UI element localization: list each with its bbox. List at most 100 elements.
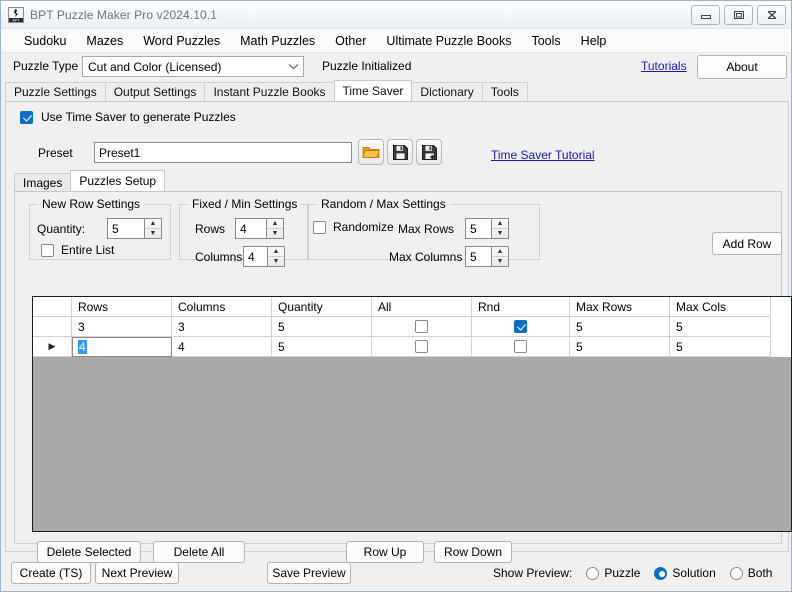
radio-puzzle[interactable]: Puzzle	[586, 566, 640, 580]
save-preview-button[interactable]: Save Preview	[267, 562, 351, 584]
subtab-images[interactable]: Images	[14, 173, 71, 191]
grid-header-columns[interactable]: Columns	[172, 297, 272, 317]
add-row-button[interactable]: Add Row	[712, 232, 782, 255]
subtab-puzzles-setup[interactable]: Puzzles Setup	[70, 170, 165, 191]
stepper-up-icon[interactable]: ▲	[268, 247, 284, 257]
stepper-buttons[interactable]: ▲▼	[267, 247, 284, 266]
entire-list-checkbox[interactable]: Entire List	[41, 243, 114, 257]
puzzle-type-label: Puzzle Type	[13, 59, 78, 73]
quantity-label: Quantity:	[37, 222, 85, 236]
stepper-down-icon[interactable]: ▼	[268, 257, 284, 266]
table-row[interactable]: 3 3 5 5 5	[33, 317, 791, 337]
tutorials-link[interactable]: Tutorials	[641, 59, 687, 73]
bpt-logo-icon: BPT	[8, 7, 24, 23]
menu-item-help[interactable]: Help	[571, 32, 617, 50]
max-rows-label: Max Rows	[398, 222, 454, 236]
stepper-up-icon[interactable]: ▲	[145, 219, 161, 229]
next-preview-button[interactable]: Next Preview	[95, 562, 179, 584]
max-rows-value: 5	[466, 219, 491, 238]
radio-button	[586, 567, 599, 580]
time-saver-panel: Use Time Saver to generate Puzzles Prese…	[5, 102, 789, 552]
stepper-down-icon[interactable]: ▼	[145, 229, 161, 238]
quantity-value: 5	[108, 219, 144, 238]
rows-stepper[interactable]: 4 ▲▼	[235, 218, 284, 239]
grid-header-max-cols[interactable]: Max Cols	[670, 297, 771, 317]
checkbox-box	[41, 244, 54, 257]
tab-tools[interactable]: Tools	[482, 82, 528, 101]
tab-dictionary[interactable]: Dictionary	[411, 82, 482, 101]
grid-header-rnd[interactable]: Rnd	[472, 297, 570, 317]
maximize-button[interactable]	[724, 5, 753, 25]
randomize-label: Randomize	[333, 220, 394, 234]
rows-label: Rows	[195, 222, 225, 236]
cell-max-cols[interactable]: 5	[670, 317, 771, 337]
stepper-buttons[interactable]: ▲▼	[491, 219, 508, 238]
time-saver-tutorial-link[interactable]: Time Saver Tutorial	[491, 148, 595, 162]
puzzle-type-select[interactable]: Cut and Color (Licensed)	[82, 56, 304, 77]
tab-puzzle-settings[interactable]: Puzzle Settings	[5, 82, 106, 101]
menu-item-sudoku[interactable]: Sudoku	[14, 32, 76, 50]
stepper-up-icon[interactable]: ▲	[267, 219, 283, 229]
menu-item-other[interactable]: Other	[325, 32, 376, 50]
cell-max-rows[interactable]: 5	[570, 337, 670, 357]
table-row[interactable]: ▶ 4 4 5 5 5	[33, 337, 791, 357]
cell-rows[interactable]: 4	[72, 337, 172, 357]
tab-output-settings[interactable]: Output Settings	[105, 82, 206, 101]
quantity-stepper[interactable]: 5 ▲▼	[107, 218, 162, 239]
puzzle-type-value: Cut and Color (Licensed)	[83, 60, 284, 74]
checkbox-box	[313, 221, 326, 234]
stepper-down-icon[interactable]: ▼	[492, 257, 508, 266]
floppy-save-icon[interactable]	[387, 139, 413, 165]
checkbox-box	[415, 340, 428, 353]
puzzles-data-grid[interactable]: Rows Columns Quantity All Rnd Max Rows M…	[32, 296, 792, 532]
tab-time-saver[interactable]: Time Saver	[334, 80, 413, 101]
stepper-buttons[interactable]: ▲▼	[144, 219, 161, 238]
cell-columns[interactable]: 3	[172, 317, 272, 337]
folder-open-icon[interactable]	[358, 139, 384, 165]
preset-input[interactable]: Preset1	[94, 142, 352, 163]
menu-item-math-puzzles[interactable]: Math Puzzles	[230, 32, 325, 50]
minimize-button[interactable]	[691, 5, 720, 25]
menu-item-mazes[interactable]: Mazes	[76, 32, 133, 50]
grid-header-rows[interactable]: Rows	[72, 297, 172, 317]
grid-header-quantity[interactable]: Quantity	[272, 297, 372, 317]
cell-rnd-checkbox[interactable]	[472, 317, 570, 337]
cell-max-cols[interactable]: 5	[670, 337, 771, 357]
cell-rows[interactable]: 3	[72, 317, 172, 337]
randomize-checkbox[interactable]: Randomize	[313, 220, 394, 234]
max-columns-stepper[interactable]: 5 ▲▼	[465, 246, 509, 267]
menu-item-word-puzzles[interactable]: Word Puzzles	[133, 32, 230, 50]
radio-solution[interactable]: Solution	[654, 566, 715, 580]
cell-max-rows[interactable]: 5	[570, 317, 670, 337]
cell-rnd-checkbox[interactable]	[472, 337, 570, 357]
stepper-up-icon[interactable]: ▲	[492, 247, 508, 257]
puzzles-setup-body: New Row Settings Quantity: 5 ▲▼ Entire L…	[14, 192, 782, 544]
cell-all-checkbox[interactable]	[372, 337, 472, 357]
cell-columns[interactable]: 4	[172, 337, 272, 357]
preset-label: Preset	[38, 146, 73, 160]
grid-header-all[interactable]: All	[372, 297, 472, 317]
cell-quantity[interactable]: 5	[272, 317, 372, 337]
radio-both[interactable]: Both	[730, 566, 773, 580]
grid-header-max-rows[interactable]: Max Rows	[570, 297, 670, 317]
about-button[interactable]: About	[697, 55, 787, 79]
tab-instant-puzzle-books[interactable]: Instant Puzzle Books	[204, 82, 334, 101]
stepper-down-icon[interactable]: ▼	[267, 229, 283, 238]
max-columns-label: Max Columns	[389, 250, 462, 264]
new-row-settings-title: New Row Settings	[38, 197, 144, 211]
stepper-up-icon[interactable]: ▲	[492, 219, 508, 229]
create-ts-button[interactable]: Create (TS)	[11, 562, 91, 584]
radio-button	[730, 567, 743, 580]
stepper-buttons[interactable]: ▲▼	[491, 247, 508, 266]
max-rows-stepper[interactable]: 5 ▲▼	[465, 218, 509, 239]
close-button[interactable]	[757, 5, 786, 25]
use-time-saver-checkbox[interactable]: Use Time Saver to generate Puzzles	[20, 110, 236, 124]
columns-stepper[interactable]: 4 ▲▼	[243, 246, 285, 267]
stepper-buttons[interactable]: ▲▼	[266, 219, 283, 238]
stepper-down-icon[interactable]: ▼	[492, 229, 508, 238]
cell-all-checkbox[interactable]	[372, 317, 472, 337]
menu-item-ultimate-puzzle-books[interactable]: Ultimate Puzzle Books	[376, 32, 521, 50]
cell-quantity[interactable]: 5	[272, 337, 372, 357]
menu-item-tools[interactable]: Tools	[521, 32, 570, 50]
floppy-save-as-icon[interactable]	[416, 139, 442, 165]
